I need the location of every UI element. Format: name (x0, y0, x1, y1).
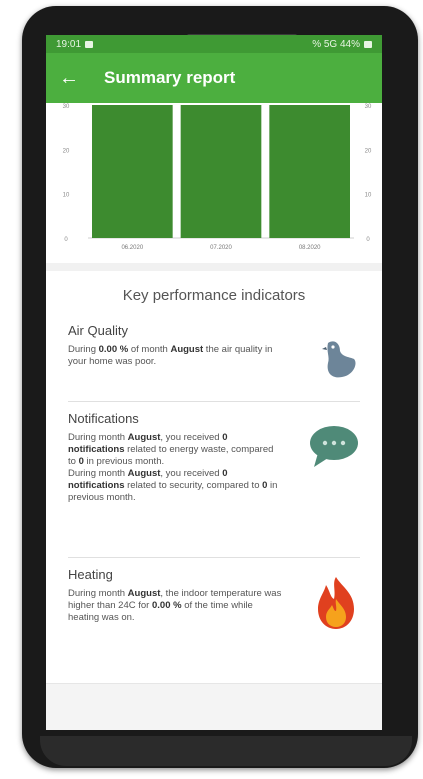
status-indicators: % 5G 44% (312, 38, 360, 50)
kpi-heating-text: During month August, the indoor temperat… (68, 588, 282, 623)
kpi-air-title: Air Quality (68, 323, 128, 338)
x-tick-label: 07.2020 (210, 245, 232, 251)
y-tick-label-left: 0 (64, 237, 68, 243)
status-bar: 19:01 % 5G 44% (46, 35, 382, 53)
kpi-notifications: Notifications During month August, you r… (68, 411, 360, 504)
y-tick-label-right: 30 (365, 104, 372, 110)
fire-icon (318, 577, 354, 629)
back-arrow-icon[interactable]: ← (46, 53, 92, 103)
kpi-separator (68, 557, 360, 558)
section-divider (46, 263, 382, 271)
battery-icon (364, 40, 372, 48)
chart-bar (180, 105, 262, 238)
x-tick-label: 08.2020 (299, 245, 321, 251)
chart-bar (92, 105, 173, 238)
status-time: 19:01 (56, 38, 82, 50)
bottom-area (46, 683, 382, 730)
kpi-air-text: During 0.00 % of month August the air qu… (68, 344, 273, 367)
kpi-heating: Heating During month August, the indoor … (68, 567, 360, 629)
page-title: Summary report (104, 68, 236, 87)
y-tick-label-left: 10 (63, 193, 70, 199)
bird-icon (322, 341, 356, 378)
chat-bubble-icon (310, 426, 358, 467)
app-screen: 19:01 % 5G 44% ← Summary report 0 0 10 10 20… (46, 35, 382, 730)
kpi-notifications-text: During month August, you received 0 noti… (68, 432, 278, 503)
y-tick-label-right: 20 (365, 148, 372, 154)
y-tick-label-left: 20 (63, 148, 70, 154)
chart-svg: 0 0 10 10 20 20 30 30 06.2020 07.2020 08.2020 (63, 104, 372, 251)
kpi-heading: Key performance indicators (122, 287, 306, 304)
y-tick-label-left: 30 (63, 104, 70, 110)
notification-icon (85, 40, 94, 48)
chart-bar (269, 105, 350, 238)
app-bar: ← Summary report (46, 53, 382, 103)
phone-chin (40, 736, 412, 766)
y-tick-label-right: 0 (366, 237, 370, 243)
kpi-separator (68, 401, 360, 402)
x-tick-label: 06.2020 (121, 245, 143, 251)
kpi-air-quality: Air Quality During 0.00 % of month Augus… (68, 323, 360, 378)
monthly-bar-chart: 0 0 10 10 20 20 30 30 06.2020 07.2020 08.2020 (46, 103, 382, 263)
y-tick-label-right: 10 (365, 193, 372, 199)
